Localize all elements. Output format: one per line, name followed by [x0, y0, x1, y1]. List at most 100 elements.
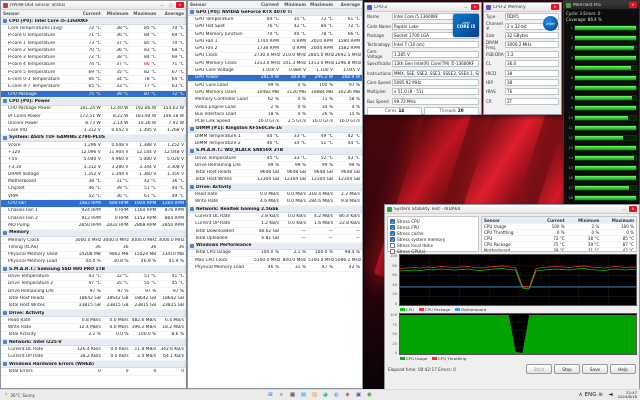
sensor-row[interactable]: E-core 4-7 Temperature65 °C33 °C77 °C63 … — [1, 84, 186, 91]
sensor-row[interactable]: Memory Clock3000.0 MHz3000.0 MHz3000.0 M… — [1, 237, 186, 244]
start-button[interactable]: Start — [526, 364, 552, 374]
sensor-row[interactable]: P-core 4 Temperature74 °C37 °C86 °C71 °C — [1, 62, 186, 69]
sensor-row[interactable]: IA Cores Power172.51 W8.22 W183.94 W146.… — [1, 113, 186, 120]
sensor-row[interactable]: GPU Temperature64 °C35 °C72 °C61 °C — [188, 16, 362, 23]
minimize-button[interactable]: — — [462, 4, 470, 10]
sensor-row[interactable]: Timing (tCAS)36363636 — [1, 244, 186, 251]
checkbox[interactable] — [390, 243, 395, 248]
sensor-row[interactable]: Drive Temperature43 °C32 °C51 °C41 °C — [1, 273, 186, 280]
sensor-row[interactable]: Chassis Fan 1924 RPM0 RPM1164 RPM876 RPM — [1, 208, 186, 215]
save-button[interactable]: Save — [582, 364, 608, 374]
sensor-row[interactable]: CPU Package75 °C39 °C87 °C72 °C — [1, 91, 186, 98]
sensor-row[interactable]: Current DL Rate2.8 KB/s0.0 KB/s4.2 MB/s8… — [188, 213, 362, 220]
sensor-row[interactable]: P-core 0 Temperature71 °C36 °C84 °C69 °C — [1, 33, 186, 40]
sensor-row[interactable]: Total Downloaded48.62 GB——— — [188, 228, 362, 235]
sensor-row[interactable]: Chassis Fan 2912 RPM0 RPM1152 RPM864 RPM — [1, 215, 186, 222]
sensor-group-header[interactable]: CPU [#0]: Power — [1, 98, 186, 105]
weather-widget[interactable]: ☀ 26°C Sunny — [4, 392, 35, 398]
taskview-icon[interactable]: ▦ — [289, 391, 297, 399]
column-header[interactable]: Sensor — [1, 11, 75, 16]
sensor-row[interactable]: GPU Fan 11744 RPM0 RPM2010 RPM1590 RPM — [188, 38, 362, 45]
checkbox[interactable] — [390, 231, 395, 236]
sensor-row[interactable]: DIMM Temperature 144 °C33 °C49 °C42 °C — [188, 133, 362, 140]
memtest-title-bar[interactable]: MemTest Pro ✕ — [564, 1, 639, 10]
table-row[interactable]: Motherboard38 °C31 °C42 °C — [482, 248, 636, 252]
sensor-row[interactable]: Bus Interface Load18 %0 %26 %15 % — [188, 111, 362, 118]
sensor-row[interactable]: P-core 5 Temperature69 °C35 °C82 °C67 °C — [1, 69, 186, 76]
sensor-row[interactable]: GPU Memory Clock1313.0 MHz101.3 MHz1313.… — [188, 60, 362, 67]
sensor-row[interactable]: CPU Fan1482 RPM688 RPM1920 RPM1260 RPM — [1, 200, 186, 207]
close-button[interactable]: ✕ — [551, 4, 559, 10]
sensor-row[interactable]: PCIe Link Speed16.0 GT/s2.5 GT/s16.0 GT/… — [188, 118, 362, 125]
sensor-row[interactable]: GPU Hot Spot76 °C42 °C84 °C72 °C — [188, 24, 362, 31]
hwinfo-title-bar[interactable]: HWiNFO64 Sensor Status — ▢ ✕ — [1, 1, 186, 10]
sensor-row[interactable]: CPU Package Power181.24 W12.40 W192.86 W… — [1, 106, 186, 113]
language-indicator[interactable]: ENG — [587, 391, 595, 399]
sensor-row[interactable]: GPU Clock2730.0 MHz210.0 MHz2805.0 MHz26… — [188, 53, 362, 60]
sensor-group-header[interactable]: Network: Intel I225-V — [1, 339, 186, 346]
sensor-row[interactable]: Drive Temperature 247 °C35 °C55 °C45 °C — [1, 281, 186, 288]
taskbar-clock[interactable]: 22:47 2024/6/18 — [618, 391, 637, 400]
sensor-row[interactable]: DIMM Temperature 246 °C34 °C51 °C44 °C — [188, 140, 362, 147]
sensor-group-header[interactable]: Windows Hardware Errors (WHEA) — [1, 361, 186, 368]
sensor-row[interactable]: Current DL Rate126.4 KB/s0.0 KB/s11.8 MB… — [1, 346, 186, 353]
column-header[interactable]: Minimum — [281, 2, 308, 7]
sensor-group-header[interactable]: System: ASUS TUF GAMING Z790-PLUS — [1, 135, 186, 142]
cpuz-title-bar[interactable]: CPU-Z — ✕ — [365, 3, 481, 12]
sensor-row[interactable]: E-core 0-3 Temperature66 °C34 °C78 °C64 … — [1, 76, 186, 83]
sensor-row[interactable]: Read Rate0.8 MB/s0.0 MB/s482.6 MB/s6.4 M… — [1, 317, 186, 324]
sensor-row[interactable]: Total Activity3.2 %0.0 %100.0 %8.6 % — [1, 332, 186, 339]
sensor-row[interactable]: VRM52 °C36 °C61 °C49 °C — [1, 193, 186, 200]
sensor-row[interactable]: Total Host Reads9648 GB9648 GB9648 GB964… — [188, 170, 362, 177]
cpuz-icon[interactable]: ▣ — [355, 391, 363, 399]
minimize-button[interactable]: — — [620, 206, 628, 212]
sensor-row[interactable]: +12V12.096 V11.904 V12.144 V12.048 V — [1, 149, 186, 156]
checkbox[interactable] — [390, 219, 395, 224]
sensor-group-header[interactable]: Windows Performance — [188, 243, 362, 250]
minimize-button[interactable]: — — [158, 2, 166, 8]
sensor-row[interactable]: GPU Core Voltage1.050 V0.880 V1.100 V1.0… — [188, 67, 362, 74]
sensor-row[interactable]: Video Engine Load2 %0 %34 %4 % — [188, 104, 362, 111]
close-button[interactable]: ✕ — [629, 206, 637, 212]
stop-button[interactable]: Stop — [554, 364, 580, 374]
column-header[interactable]: Minimum — [103, 11, 131, 16]
explorer-icon[interactable]: ▨ — [311, 391, 319, 399]
checkbox[interactable] — [390, 237, 395, 242]
sensor-row[interactable]: Write Rate4.6 MB/s0.0 MB/s284.6 MB/s9.8 … — [188, 199, 362, 206]
checkbox[interactable] — [390, 249, 395, 254]
start-icon[interactable]: ⊞ — [267, 391, 275, 399]
tray-expand-icon[interactable]: ∧ — [577, 391, 585, 399]
column-header[interactable]: Sensor — [188, 2, 254, 7]
edge-icon[interactable]: ◕ — [322, 391, 330, 399]
sensor-row[interactable]: Current UP Rate1.2 KB/s0.0 KB/s1.6 MB/s2… — [188, 221, 362, 228]
widgets-icon[interactable]: ▤ — [300, 391, 308, 399]
sensor-row[interactable]: GPU Core Load99 %0 %100 %97 % — [188, 82, 362, 89]
sensor-row[interactable]: Drive Remaining Life99 %99 %99 %99 % — [188, 162, 362, 169]
sensor-group-header[interactable]: DIMM [#1]: Kingston KF560C36-16 — [188, 126, 362, 133]
sensor-group-header[interactable]: Memory — [1, 230, 186, 237]
sensor-row[interactable]: Total Errors0000 — [1, 368, 186, 375]
maximize-button[interactable]: ▢ — [167, 2, 175, 8]
sensor-group-header[interactable]: S.M.A.R.T.: WD_BLACK SN850X 2TB — [188, 148, 362, 155]
column-header[interactable]: Current — [75, 11, 103, 16]
sensor-row[interactable]: Current UP Rate38.2 KB/s0.0 KB/s2.4 MB/s… — [1, 354, 186, 361]
sensor-row[interactable]: Total Host Reads18642 GB18642 GB18642 GB… — [1, 295, 186, 302]
sensor-row[interactable]: DRAM Voltage1.352 V1.344 V1.360 V1.350 V — [1, 171, 186, 178]
close-button[interactable]: ✕ — [471, 4, 479, 10]
sensor-group-header[interactable]: Network: Realtek Gaming 2.5GbE — [188, 206, 362, 213]
sensor-row[interactable]: Uncore Power8.73 W2.14 W10.36 W7.92 W — [1, 120, 186, 127]
sensor-row[interactable]: +3.3V3.312 V3.280 V3.344 V3.308 V — [1, 164, 186, 171]
hwinfo-icon[interactable]: ◈ — [344, 391, 352, 399]
sensor-row[interactable]: Motherboard38 °C31 °C42 °C36 °C — [1, 179, 186, 186]
column-header[interactable]: Maximum — [131, 11, 159, 16]
sensor-row[interactable]: Read Rate0.0 MB/s0.0 MB/s318.4 MB/s2.2 M… — [188, 191, 362, 198]
column-header[interactable]: Average — [158, 11, 186, 16]
sensor-row[interactable]: P-core 3 Temperature72 °C38 °C84 °C69 °C — [1, 54, 186, 61]
sensor-row[interactable]: GPU Memory Junction70 °C40 °C78 °C66 °C — [188, 31, 362, 38]
sensor-group-header[interactable]: Drive: Activity — [188, 184, 362, 191]
volume-icon[interactable]: ◄ — [607, 391, 615, 399]
aida64-icon[interactable]: ◉ — [366, 391, 374, 399]
sensor-row[interactable]: Physical Memory Used14208 MB9862 MB15024… — [1, 252, 186, 259]
sensor-row[interactable]: AIO Pump2850 RPM2832 RPM2868 RPM2850 RPM — [1, 222, 186, 229]
sensor-row[interactable]: +5V5.040 V4.960 V5.080 V5.020 V — [1, 157, 186, 164]
